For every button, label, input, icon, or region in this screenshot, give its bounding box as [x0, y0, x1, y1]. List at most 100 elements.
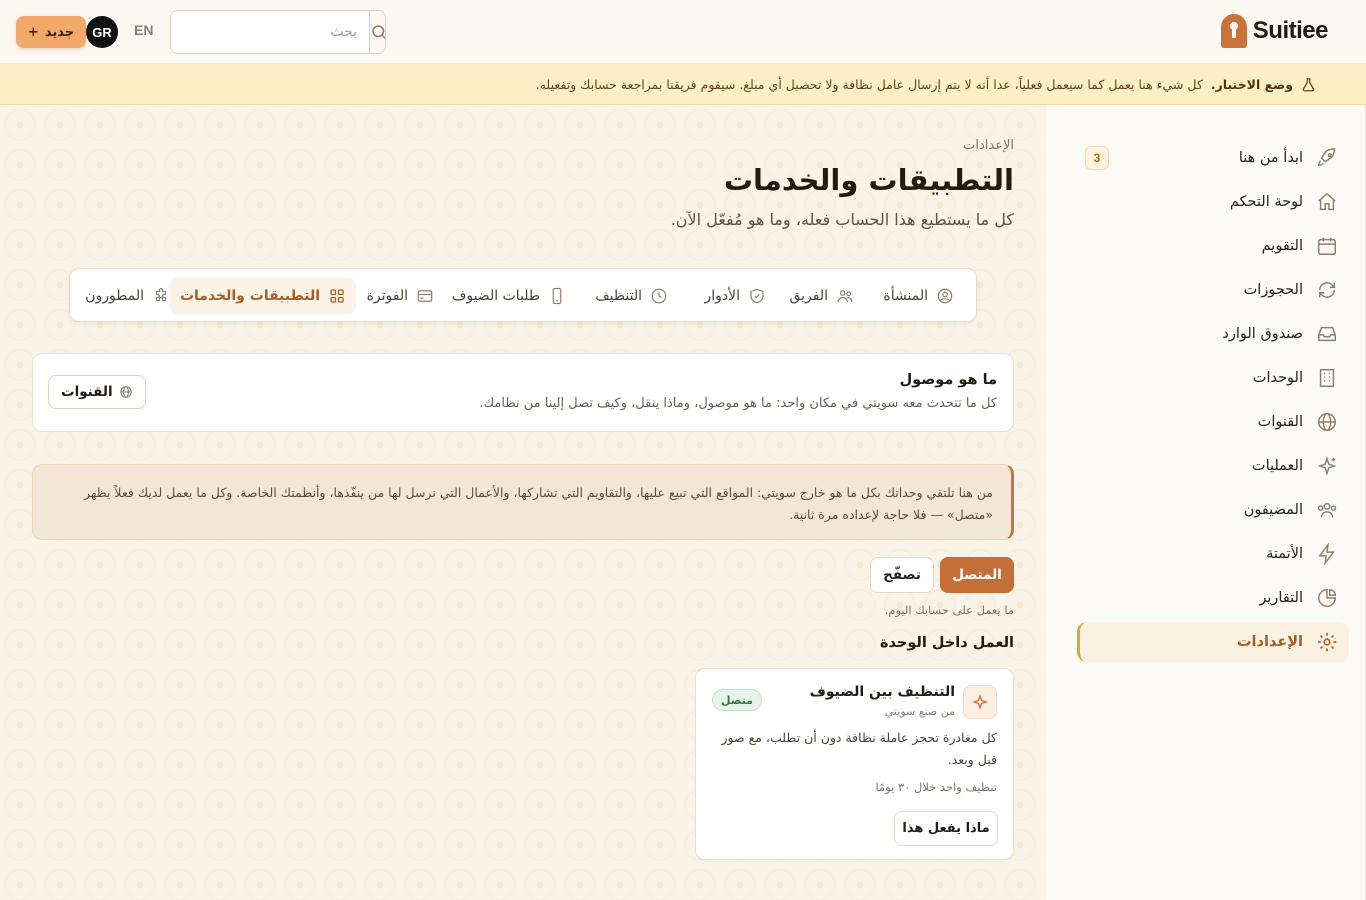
rocket-icon — [1315, 146, 1339, 170]
tab-apps-services[interactable]: التطبيقات والخدمات — [169, 278, 356, 314]
bolt-icon — [1315, 542, 1339, 566]
search-input[interactable] — [171, 11, 369, 53]
sidebar-item-label: الأتمتة — [1266, 546, 1303, 562]
tab-property[interactable]: المنشأة — [873, 278, 964, 314]
flask-icon — [1302, 77, 1315, 91]
sidebar-item-label: صندوق الوارد — [1222, 326, 1303, 342]
connected-card: ما هو موصول كل ما تتحدث معه سويتي في مكا… — [32, 353, 1014, 432]
search-box — [170, 10, 386, 54]
filter-browse-button[interactable]: تصفّح — [870, 557, 934, 593]
tab-label: المطورون — [85, 288, 144, 304]
sidebar-item-dashboard[interactable]: لوحة التحكم — [1077, 182, 1349, 222]
brand[interactable]: Suitiee — [1220, 14, 1329, 48]
sidebar-item-label: التقارير — [1259, 590, 1303, 606]
service-description: كل مغادرة تحجز عاملة نظافة دون أن تطلب، … — [721, 730, 997, 767]
sidebar-item-settings[interactable]: الإعدادات — [1077, 622, 1349, 662]
sidebar-item-label: الحجوزات — [1243, 282, 1303, 298]
sidebar-item-label: القنوات — [1257, 414, 1303, 430]
info-note: من هنا تلتقي وحداتك بكل ما هو خارج سويتي… — [32, 464, 1014, 540]
tab-label: طلبات الضيوف — [451, 288, 540, 304]
sidebar-item-label: التقويم — [1261, 238, 1303, 254]
settings-tabs: المنشأة الفريق الأدوار التنظيف طلبات الض… — [69, 268, 977, 322]
page-subtitle: كل ما يستطيع هذا الحساب فعله، وما هو مُف… — [670, 210, 1014, 229]
grid-icon — [330, 289, 344, 303]
tab-label: الفوترة — [366, 288, 408, 304]
new-button-label: جديد — [44, 24, 75, 40]
sparkles-icon — [963, 685, 997, 719]
sidebar-item-start[interactable]: ابدأ من هنا 3 — [1077, 138, 1349, 178]
users-icon — [1315, 498, 1339, 522]
top-bar: Suitiee EN GR جديد + — [0, 0, 1366, 64]
tab-cleaning[interactable]: التنظيف — [585, 278, 678, 314]
connected-card-text: كل ما تتحدث معه سويتي في مكان واحد: ما ه… — [479, 396, 997, 411]
service-usage: تنظيف واحد خلال ٣٠ يومًا — [875, 780, 998, 794]
inbox-icon — [1315, 322, 1339, 346]
service-card: التنظيف بين الضيوف من صنع سويتي متصل كل … — [695, 668, 1014, 860]
plus-icon: + — [27, 24, 39, 40]
status-badge: متصل — [712, 689, 762, 711]
sidebar-item-automation[interactable]: الأتمتة — [1077, 534, 1349, 574]
new-button[interactable]: جديد + — [16, 16, 86, 48]
user-circle-icon — [937, 288, 953, 304]
tab-label: الفريق — [789, 288, 828, 304]
sidebar-item-bookings[interactable]: الحجوزات — [1077, 270, 1349, 310]
sidebar-item-channels[interactable]: القنوات — [1077, 402, 1349, 442]
sidebar-item-label: لوحة التحكم — [1229, 194, 1303, 210]
sidebar-item-label: ابدأ من هنا — [1238, 150, 1303, 166]
avatar[interactable]: GR — [86, 16, 118, 48]
sidebar-item-label: الإعدادات — [1236, 634, 1303, 650]
brand-logo-icon — [1220, 14, 1247, 48]
gear-icon — [1315, 630, 1339, 654]
credit-card-icon — [417, 290, 433, 302]
globe-icon — [119, 386, 132, 398]
tab-label: التطبيقات والخدمات — [179, 288, 320, 304]
sidebar-item-inbox[interactable]: صندوق الوارد — [1077, 314, 1349, 354]
service-name: التنظيف بين الضيوف — [809, 684, 955, 700]
building-icon — [1315, 366, 1339, 390]
clock-icon — [651, 288, 667, 304]
home-icon — [1315, 190, 1339, 214]
connected-card-title: ما هو موصول — [899, 372, 997, 388]
filter-connected-button[interactable]: المتصل — [940, 557, 1014, 593]
breadcrumb[interactable]: الإعدادات — [963, 138, 1014, 153]
tab-roles[interactable]: الأدوار — [694, 278, 776, 314]
tab-label: التنظيف — [595, 288, 642, 304]
test-mode-label: وضع الاختبار. — [1210, 76, 1293, 92]
search-icon — [372, 25, 385, 40]
brand-name: Suitiee — [1252, 17, 1329, 44]
what-it-does-button[interactable]: ماذا يفعل هذا — [894, 811, 998, 846]
search-button[interactable] — [369, 11, 385, 53]
channels-button[interactable]: القنوات — [48, 375, 146, 409]
language-toggle[interactable]: EN — [134, 22, 153, 38]
tab-team[interactable]: الفريق — [779, 278, 864, 314]
pie-chart-icon — [1315, 586, 1339, 610]
sidebar-item-hosts[interactable]: المضيفون — [1077, 490, 1349, 530]
refresh-icon — [1315, 278, 1339, 302]
shield-icon — [750, 288, 764, 304]
sidebar-item-reports[interactable]: التقارير — [1077, 578, 1349, 618]
sidebar-item-label: الوحدات — [1252, 370, 1303, 386]
test-mode-banner: وضع الاختبار. كل شيء هنا يعمل كما سيعمل … — [0, 64, 1366, 105]
tab-label: المنشأة — [883, 288, 928, 304]
sidebar-item-operations[interactable]: العمليات — [1077, 446, 1349, 486]
test-mode-text: كل شيء هنا يعمل كما سيعمل فعلياً، عدا أن… — [535, 76, 1203, 92]
sidebar-item-calendar[interactable]: التقويم — [1077, 226, 1349, 266]
filter-hint: ما يعمل على حسابك اليوم. — [884, 603, 1014, 617]
sparkles-icon — [1315, 454, 1339, 478]
service-author: من صنع سويتي — [884, 705, 955, 718]
users-icon — [837, 290, 853, 303]
count-badge: 3 — [1085, 146, 1109, 170]
tab-developers[interactable]: المطورون — [75, 278, 180, 314]
phone-icon — [552, 287, 562, 305]
tab-label: الأدوار — [704, 288, 740, 304]
calendar-icon — [1315, 234, 1339, 258]
puzzle-icon — [155, 287, 167, 302]
tab-guest-requests[interactable]: طلبات الضيوف — [442, 278, 576, 314]
sidebar: ابدأ من هنا 3 لوحة التحكم التقويم الحجوز… — [1046, 105, 1366, 900]
sidebar-item-label: المضيفون — [1243, 502, 1303, 518]
channels-button-label: القنوات — [61, 384, 113, 400]
sidebar-item-units[interactable]: الوحدات — [1077, 358, 1349, 398]
page-title: التطبيقات والخدمات — [723, 163, 1014, 197]
globe-icon — [1315, 410, 1339, 434]
tab-billing[interactable]: الفوترة — [357, 278, 444, 314]
